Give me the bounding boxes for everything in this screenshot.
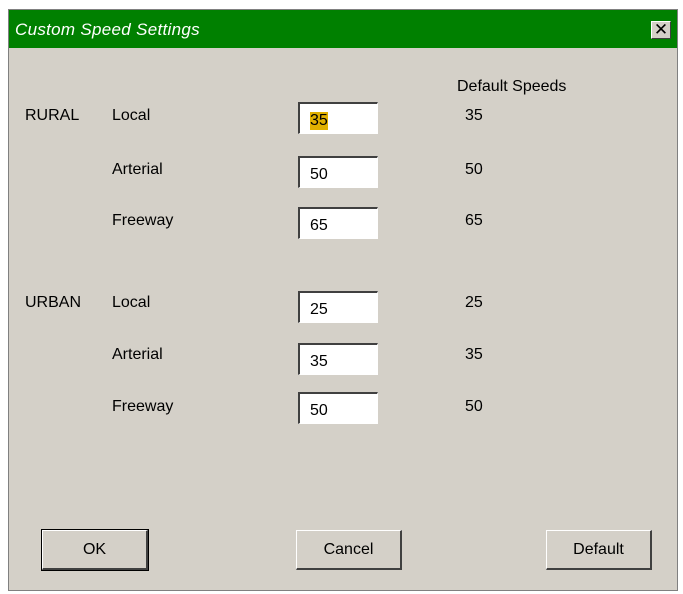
close-icon: ✕ — [653, 20, 669, 39]
custom-speed-settings-dialog: Custom Speed Settings ✕ Default Speeds R… — [8, 9, 678, 591]
close-button[interactable]: ✕ — [651, 20, 671, 39]
rural-arterial-default: 50 — [465, 161, 483, 178]
urban-freeway-default: 50 — [465, 398, 483, 415]
rural-arterial-label: Arterial — [112, 161, 163, 178]
rural-freeway-default: 65 — [465, 212, 483, 229]
urban-arterial-input[interactable]: 35 — [298, 343, 378, 375]
urban-arterial-default: 35 — [465, 346, 483, 363]
urban-local-input[interactable]: 25 — [298, 291, 378, 323]
urban-freeway-input[interactable]: 50 — [298, 392, 378, 424]
urban-arterial-value: 35 — [310, 353, 328, 370]
default-button[interactable]: Default — [546, 530, 652, 570]
default-speeds-header: Default Speeds — [457, 78, 567, 95]
rural-freeway-value: 65 — [310, 217, 328, 234]
ok-button[interactable]: OK — [41, 529, 149, 571]
rural-freeway-input[interactable]: 65 — [298, 207, 378, 239]
urban-local-label: Local — [112, 294, 151, 311]
urban-group-label: URBAN — [25, 294, 82, 311]
cancel-button[interactable]: Cancel — [296, 530, 402, 570]
rural-freeway-label: Freeway — [112, 212, 174, 229]
rural-local-input[interactable]: 35 — [298, 102, 378, 134]
urban-freeway-value: 50 — [310, 402, 328, 419]
rural-local-value: 35 — [310, 112, 328, 130]
rural-arterial-input[interactable]: 50 — [298, 156, 378, 188]
urban-freeway-label: Freeway — [112, 398, 174, 415]
urban-arterial-label: Arterial — [112, 346, 163, 363]
title-bar[interactable]: Custom Speed Settings ✕ — [9, 10, 677, 48]
rural-local-default: 35 — [465, 107, 483, 124]
window-title: Custom Speed Settings — [15, 20, 200, 39]
urban-local-value: 25 — [310, 301, 328, 318]
rural-local-label: Local — [112, 107, 151, 124]
rural-group-label: RURAL — [25, 107, 80, 124]
urban-local-default: 25 — [465, 294, 483, 311]
rural-arterial-value: 50 — [310, 166, 328, 183]
